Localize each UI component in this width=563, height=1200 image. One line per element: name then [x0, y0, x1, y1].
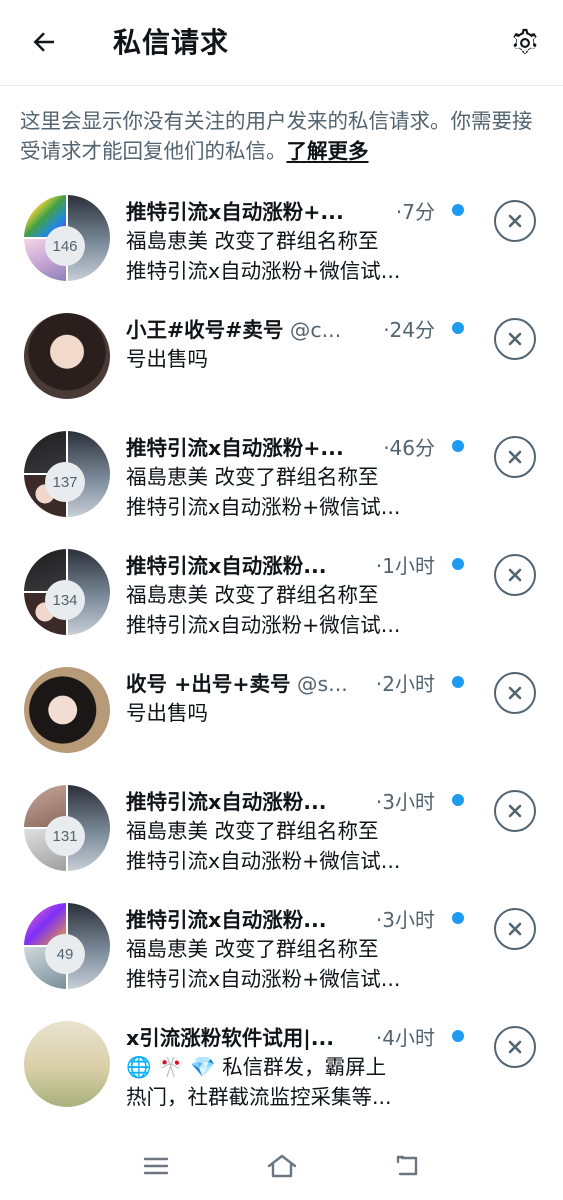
close-icon	[508, 1040, 522, 1054]
timestamp: ·24分	[383, 318, 435, 342]
message-preview: 号出售吗	[126, 344, 441, 374]
menu-button[interactable]	[136, 1150, 176, 1182]
member-count-badge: 137	[45, 462, 85, 502]
system-nav-bar	[0, 1130, 563, 1200]
home-button[interactable]	[262, 1150, 302, 1182]
member-count-badge: 131	[45, 816, 85, 856]
timestamp: ·3小时	[375, 790, 435, 814]
sender-name: 推特引流x自动涨粉+...	[126, 200, 344, 224]
menu-icon	[143, 1157, 169, 1175]
dismiss-button[interactable]	[494, 554, 536, 596]
preview-line: 号出售吗	[126, 701, 208, 725]
message-preview: 福島恵美 改变了群组名称至 推特引流x自动涨粉+微信试...	[126, 462, 441, 522]
preview-line: 福島恵美 改变了群组名称至	[126, 229, 379, 253]
preview-line: 推特引流x自动涨粉+微信试...	[126, 613, 401, 637]
timestamp: ·1小时	[375, 554, 435, 578]
user-avatar	[24, 667, 110, 753]
preview-line: 🌐 🎌 💎 私信群发，霸屏上	[126, 1055, 387, 1079]
request-item[interactable]: x引流涨粉软件试用|... ·4小时 🌐 🎌 💎 私信群发，霸屏上 热门，社群截…	[0, 1010, 563, 1128]
back-button[interactable]	[24, 22, 64, 62]
close-icon	[508, 568, 522, 582]
request-item[interactable]: 49 推特引流x自动涨粉... ·3小时 福島恵美 改变了群组名称至 推特引流x…	[0, 892, 563, 1010]
timestamp: ·4小时	[375, 1026, 435, 1050]
message-preview: 🌐 🎌 💎 私信群发，霸屏上 热门，社群截流监控采集等...	[126, 1052, 441, 1112]
unread-dot	[452, 1030, 464, 1042]
user-avatar	[24, 1021, 110, 1107]
close-icon	[508, 804, 522, 818]
preview-line: 推特引流x自动涨粉+微信试...	[126, 849, 401, 873]
message-preview: 号出售吗	[126, 698, 441, 728]
home-icon	[267, 1154, 297, 1178]
close-icon	[508, 922, 522, 936]
message-preview: 福島恵美 改变了群组名称至 推特引流x自动涨粉+微信试...	[126, 816, 441, 876]
preview-line: 福島恵美 改变了群组名称至	[126, 819, 379, 843]
request-item[interactable]: 小王#收号#卖号 @c... ·24分 号出售吗	[0, 302, 563, 420]
close-icon	[508, 214, 522, 228]
unread-dot	[452, 794, 464, 806]
sender-name: 推特引流x自动涨粉...	[126, 790, 327, 814]
preview-line: 推特引流x自动涨粉+微信试...	[126, 495, 401, 519]
sender-handle: @s...	[297, 672, 348, 696]
system-back-icon	[396, 1155, 418, 1176]
dismiss-button[interactable]	[494, 318, 536, 360]
system-back-button[interactable]	[388, 1150, 428, 1182]
close-icon	[508, 332, 522, 346]
settings-button[interactable]	[504, 22, 546, 64]
gear-icon	[513, 28, 537, 55]
timestamp: ·3小时	[375, 908, 435, 932]
request-item[interactable]: 收号 +出号+卖号 @s... ·2小时 号出售吗	[0, 656, 563, 774]
sender-name: 推特引流x自动涨粉...	[126, 908, 327, 932]
dismiss-button[interactable]	[494, 908, 536, 950]
dismiss-button[interactable]	[494, 790, 536, 832]
timestamp: ·2小时	[375, 672, 435, 696]
unread-dot	[452, 676, 464, 688]
message-preview: 福島恵美 改变了群组名称至 推特引流x自动涨粉+微信试...	[126, 580, 441, 640]
member-count-badge: 134	[45, 580, 85, 620]
member-count-badge: 146	[45, 226, 85, 266]
request-item[interactable]: 131 推特引流x自动涨粉... ·3小时 福島恵美 改变了群组名称至 推特引流…	[0, 774, 563, 892]
timestamp: ·46分	[383, 436, 435, 460]
sender-name: 收号 +出号+卖号	[126, 672, 291, 696]
preview-line: 热门，社群截流监控采集等...	[126, 1085, 392, 1109]
dismiss-button[interactable]	[494, 436, 536, 478]
user-avatar	[24, 313, 110, 399]
dismiss-button[interactable]	[494, 1026, 536, 1068]
dismiss-button[interactable]	[494, 672, 536, 714]
request-item[interactable]: 134 推特引流x自动涨粉... ·1小时 福島恵美 改变了群组名称至 推特引流…	[0, 538, 563, 656]
preview-line: 推特引流x自动涨粉+微信试...	[126, 967, 401, 991]
learn-more-link[interactable]: 了解更多	[287, 139, 369, 163]
unread-dot	[452, 440, 464, 452]
intro-text: 这里会显示你没有关注的用户发来的私信请求。你需要接受请求才能回复他们的私信。了解…	[20, 106, 550, 166]
request-item[interactable]: 146 推特引流x自动涨粉+... ·7分 福島恵美 改变了群组名称至 推特引流…	[0, 184, 563, 302]
member-count-badge: 49	[45, 934, 85, 974]
unread-dot	[452, 912, 464, 924]
dismiss-button[interactable]	[494, 200, 536, 242]
preview-line: 号出售吗	[126, 347, 208, 371]
timestamp: ·7分	[395, 200, 435, 224]
sender-name: x引流涨粉软件试用|...	[126, 1026, 335, 1050]
sender-name: 推特引流x自动涨粉+...	[126, 436, 344, 460]
close-icon	[508, 686, 522, 700]
request-item[interactable]: 137 推特引流x自动涨粉+... ·46分 福島恵美 改变了群组名称至 推特引…	[0, 420, 563, 538]
page-title: 私信请求	[113, 26, 230, 59]
top-bar: 私信请求	[0, 0, 563, 86]
close-icon	[508, 450, 522, 464]
preview-line: 福島恵美 改变了群组名称至	[126, 937, 379, 961]
message-preview: 福島恵美 改变了群组名称至 推特引流x自动涨粉+微信试...	[126, 934, 441, 994]
preview-line: 福島恵美 改变了群组名称至	[126, 465, 379, 489]
sender-handle: @c...	[289, 318, 342, 342]
unread-dot	[452, 558, 464, 570]
preview-line: 福島恵美 改变了群组名称至	[126, 583, 379, 607]
unread-dot	[452, 204, 464, 216]
sender-name: 推特引流x自动涨粉...	[126, 554, 327, 578]
intro-description: 这里会显示你没有关注的用户发来的私信请求。你需要接受请求才能回复他们的私信。	[20, 109, 533, 163]
preview-line: 推特引流x自动涨粉+微信试...	[126, 259, 401, 283]
unread-dot	[452, 322, 464, 334]
arrow-left-icon	[33, 32, 54, 52]
message-preview: 福島恵美 改变了群组名称至 推特引流x自动涨粉+微信试...	[126, 226, 441, 286]
sender-name: 小王#收号#卖号	[126, 318, 284, 342]
